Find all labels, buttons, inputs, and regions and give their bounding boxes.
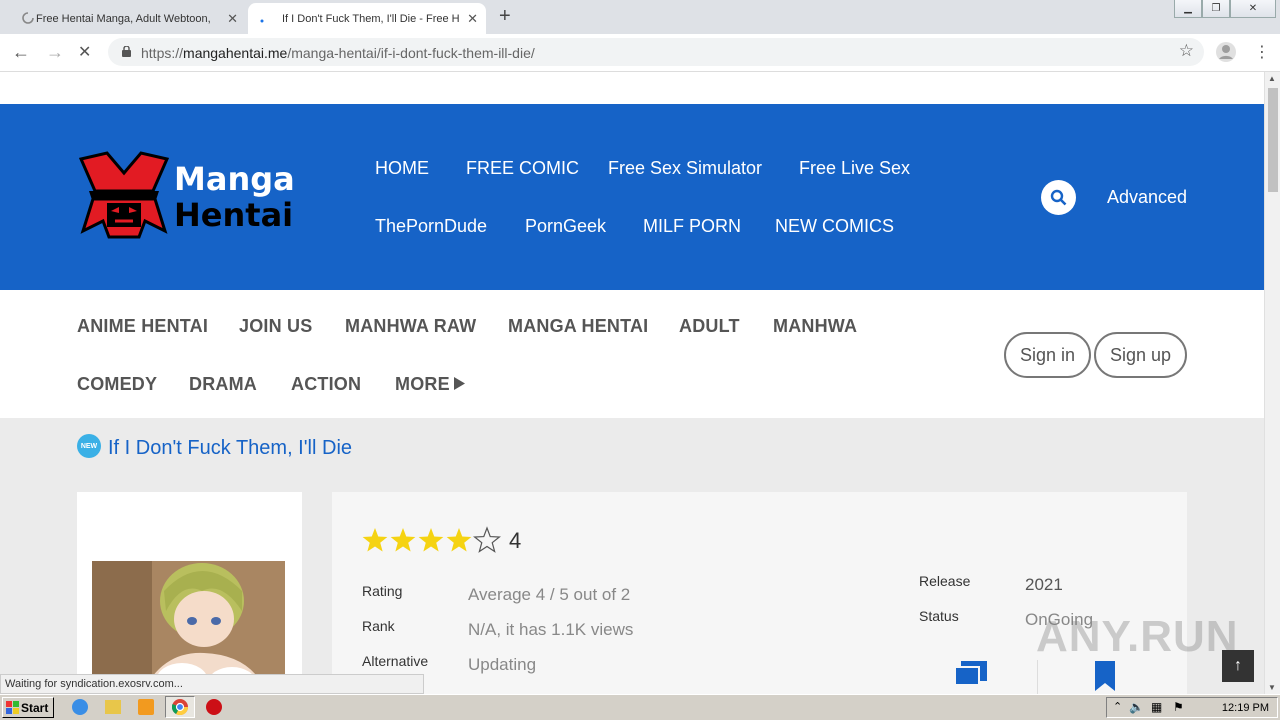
alternative-label: Alternative: [362, 653, 429, 669]
category-more[interactable]: MORE: [395, 374, 450, 395]
tab-if-i-dont[interactable]: If I Don't Fuck Them, I'll Die - Free H …: [248, 3, 486, 34]
scrollbar-thumb[interactable]: [1268, 88, 1278, 192]
samurai-helmet-logo-icon[interactable]: [79, 151, 169, 239]
forward-icon[interactable]: →: [46, 42, 64, 63]
category-comedy[interactable]: COMEDY: [77, 374, 157, 395]
logo-text-hentai[interactable]: Hentai: [174, 198, 293, 232]
sign-in-button[interactable]: Sign in: [1004, 332, 1091, 378]
close-window-icon[interactable]: ✕: [1230, 0, 1276, 18]
category-manga-hentai[interactable]: MANGA HENTAI: [508, 316, 648, 337]
opera-icon[interactable]: [206, 699, 222, 715]
chrome-taskbar-button[interactable]: [165, 696, 195, 718]
system-tray: ⌃ 🔈 ▦ ⚑ 12:19 PM: [1106, 697, 1278, 718]
nav-theporndude[interactable]: ThePornDude: [375, 216, 487, 237]
nav-new-comics[interactable]: NEW COMICS: [775, 216, 894, 237]
taskbar-clock[interactable]: 12:19 PM: [1222, 702, 1269, 714]
tab-title: If I Don't Fuck Them, I'll Die - Free H: [282, 12, 460, 25]
star-filled-icon[interactable]: [418, 528, 444, 552]
scroll-up-arrow-icon[interactable]: ▲: [1268, 74, 1276, 83]
advanced-search-link[interactable]: Advanced: [1107, 187, 1187, 208]
manga-title[interactable]: If I Don't Fuck Them, I'll Die: [108, 437, 352, 460]
release-label: Release: [919, 573, 971, 589]
new-badge-icon: NEW: [77, 434, 101, 458]
comments-icon[interactable]: [955, 661, 987, 691]
status-label: Status: [919, 608, 959, 624]
stop-loading-icon[interactable]: ✕: [78, 42, 91, 62]
bookmark-icon[interactable]: [1095, 661, 1115, 691]
nav-milf-porn[interactable]: MILF PORN: [643, 216, 741, 237]
tray-expand-icon[interactable]: ⌃: [1113, 700, 1122, 713]
release-value: 2021: [1025, 575, 1063, 594]
minimize-icon[interactable]: ▁: [1174, 0, 1202, 18]
category-manhwa-raw[interactable]: MANHWA RAW: [345, 316, 476, 337]
category-join-us[interactable]: JOIN US: [239, 316, 312, 337]
cover-card: [77, 492, 302, 694]
arrow-up-icon: ↑: [1234, 657, 1242, 674]
logo-text-manga[interactable]: Manga: [174, 162, 295, 196]
scroll-to-top-button[interactable]: ↑: [1222, 650, 1254, 682]
nav-porngeek[interactable]: PornGeek: [525, 216, 606, 237]
start-button[interactable]: Start: [2, 697, 54, 718]
loading-spinner-icon: [22, 12, 34, 24]
alternative-value: Updating: [468, 655, 537, 674]
category-adult[interactable]: ADULT: [679, 316, 740, 337]
flag-icon[interactable]: ⚑: [1173, 700, 1184, 714]
browser-toolbar: ← → ✕ https://mangahentai.me/manga-henta…: [0, 34, 1280, 72]
media-player-icon[interactable]: [138, 699, 154, 715]
windows-taskbar: Start ⌃ 🔈 ▦ ⚑ 12:19 PM: [0, 694, 1280, 720]
nav-free-live-sex[interactable]: Free Live Sex: [799, 158, 910, 179]
internet-explorer-icon[interactable]: [72, 699, 88, 715]
chrome-icon: [172, 699, 188, 715]
category-anime-hentai[interactable]: ANIME HENTAI: [77, 316, 208, 337]
menu-kebab-icon[interactable]: ⋮: [1254, 42, 1270, 62]
category-manhwa[interactable]: MANHWA: [773, 316, 857, 337]
search-button[interactable]: [1041, 180, 1076, 215]
url-text: https://mangahentai.me/manga-hentai/if-i…: [141, 45, 535, 61]
address-bar[interactable]: https://mangahentai.me/manga-hentai/if-i…: [108, 38, 1204, 66]
tab-close-icon[interactable]: ✕: [467, 11, 478, 27]
nav-home[interactable]: HOME: [375, 158, 429, 179]
tab-title: Free Hentai Manga, Adult Webtoon,: [36, 12, 211, 25]
scroll-down-arrow-icon[interactable]: ▼: [1268, 683, 1276, 692]
star-filled-icon[interactable]: [390, 528, 416, 552]
tab-strip: Free Hentai Manga, Adult Webtoon, ✕ If I…: [0, 0, 1280, 34]
browser-status-bar: Waiting for syndication.exosrv.com...: [0, 674, 424, 694]
new-tab-icon[interactable]: +: [499, 5, 511, 28]
folder-icon[interactable]: [105, 700, 121, 714]
vertical-scrollbar[interactable]: ▲ ▼: [1264, 72, 1280, 694]
window-controls: ▁ ❐ ✕: [1174, 0, 1276, 18]
network-icon[interactable]: ▦: [1151, 700, 1162, 714]
rank-value: N/A, it has 1.1K views: [468, 620, 634, 639]
bookmark-star-icon[interactable]: ☆: [1179, 41, 1194, 61]
rating-value: Average 4 / 5 out of 2: [468, 585, 631, 604]
lock-icon: [122, 46, 131, 57]
sign-up-button[interactable]: Sign up: [1094, 332, 1187, 378]
rating-stars[interactable]: [361, 526, 503, 554]
star-filled-icon[interactable]: [446, 528, 472, 552]
restore-icon[interactable]: ❐: [1202, 0, 1230, 18]
start-label: Start: [21, 700, 49, 715]
tab-close-icon[interactable]: ✕: [227, 11, 238, 27]
rank-label: Rank: [362, 618, 395, 634]
nav-free-comic[interactable]: FREE COMIC: [466, 158, 579, 179]
tab-free-hentai-manga[interactable]: Free Hentai Manga, Adult Webtoon, ✕: [14, 3, 246, 34]
back-icon[interactable]: ←: [12, 42, 30, 63]
windows-logo-icon: [6, 701, 19, 714]
volume-icon[interactable]: 🔈: [1129, 700, 1144, 714]
triangle-right-icon[interactable]: [454, 377, 465, 390]
search-icon: [1050, 189, 1067, 206]
divider: [1037, 660, 1038, 694]
star-empty-icon[interactable]: [473, 526, 501, 553]
category-drama[interactable]: DRAMA: [189, 374, 257, 395]
nav-free-sex-simulator[interactable]: Free Sex Simulator: [608, 158, 762, 179]
rating-label: Rating: [362, 583, 403, 599]
anyrun-watermark: ANY.RUN: [1036, 612, 1239, 661]
rating-score: 4: [509, 528, 522, 553]
star-filled-icon[interactable]: [362, 528, 388, 552]
loading-dot-icon: [260, 19, 264, 23]
profile-avatar-icon[interactable]: [1215, 41, 1237, 63]
category-action[interactable]: ACTION: [291, 374, 361, 395]
